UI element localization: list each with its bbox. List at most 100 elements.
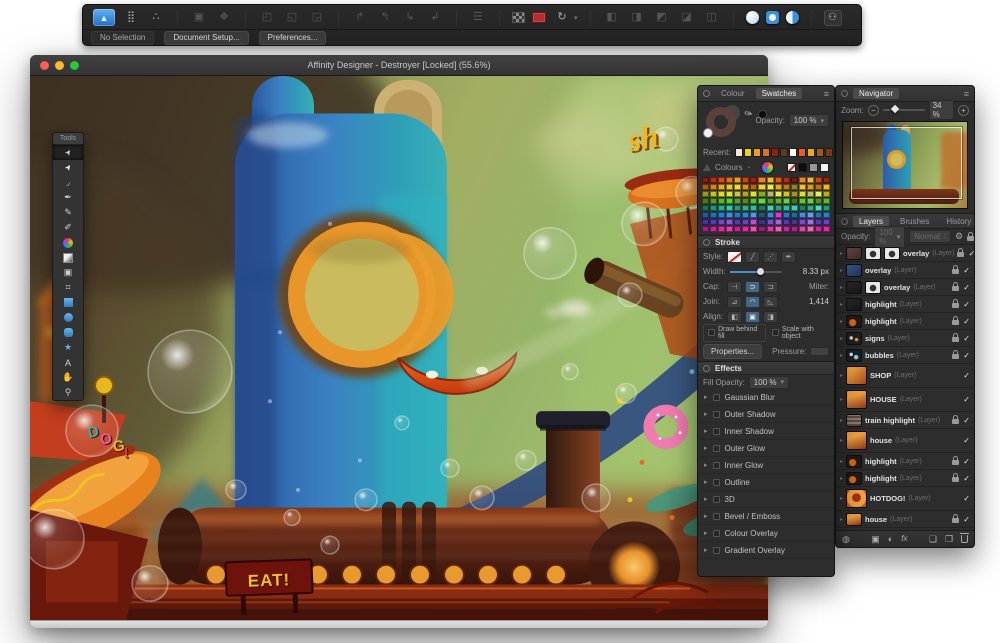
palette-swatch[interactable] bbox=[702, 219, 709, 225]
insert-inside-icon[interactable] bbox=[766, 11, 779, 24]
stroke-brush-button[interactable]: ✒ bbox=[781, 251, 796, 263]
layer-row[interactable]: ▸HOUSE(Layer)✓ bbox=[836, 388, 974, 412]
assistant-icon[interactable]: ⚇ bbox=[824, 10, 842, 26]
palette-swatch[interactable] bbox=[767, 226, 774, 232]
layer-visible-check-icon[interactable]: ✓ bbox=[963, 317, 970, 326]
palette-swatch[interactable] bbox=[767, 191, 774, 197]
palette-swatch[interactable] bbox=[726, 219, 733, 225]
palette-swatch[interactable] bbox=[823, 205, 830, 211]
palette-swatch[interactable] bbox=[758, 177, 765, 183]
palette-swatch[interactable] bbox=[783, 212, 790, 218]
palette-swatch[interactable] bbox=[807, 219, 814, 225]
palette-swatch[interactable] bbox=[767, 212, 774, 218]
layer-thumbnail[interactable] bbox=[846, 390, 867, 409]
fill-tool[interactable] bbox=[53, 235, 83, 250]
place-icon[interactable]: ▣ bbox=[190, 10, 208, 26]
blend-mode-dropdown[interactable]: Normal : bbox=[909, 230, 951, 243]
stroke-dashed-button[interactable]: ⋰ bbox=[763, 251, 778, 263]
layer-disclosure-icon[interactable]: ▸ bbox=[840, 250, 843, 257]
tab-colour[interactable]: Colour bbox=[715, 88, 751, 99]
palette-swatch[interactable] bbox=[758, 198, 765, 204]
disclosure-icon[interactable]: ▸ bbox=[704, 546, 708, 554]
palette-swatch[interactable] bbox=[726, 226, 733, 232]
palette-swatch[interactable] bbox=[783, 226, 790, 232]
lock-layer-icon[interactable] bbox=[967, 236, 974, 241]
palette-swatch[interactable] bbox=[750, 177, 757, 183]
palette-swatch[interactable] bbox=[734, 205, 741, 211]
scale-with-object-checkbox[interactable]: Scale with object bbox=[772, 326, 829, 340]
layer-disclosure-icon[interactable]: ▸ bbox=[840, 318, 843, 325]
palette-swatch[interactable] bbox=[710, 184, 717, 190]
palette-swatch[interactable] bbox=[702, 191, 709, 197]
palette-swatch[interactable] bbox=[815, 219, 822, 225]
disclosure-icon[interactable]: ▸ bbox=[704, 444, 708, 452]
layer-row[interactable]: ▸HOTDOG!(Layer)✓ bbox=[836, 487, 974, 511]
palette-swatch[interactable] bbox=[823, 212, 830, 218]
node-tool[interactable]: ➤ bbox=[53, 160, 83, 175]
layer-row[interactable]: ▸overlay(Layer)✓ bbox=[836, 245, 974, 262]
effect-row[interactable]: ▸Inner Glow bbox=[698, 457, 834, 474]
recent-swatch[interactable] bbox=[753, 148, 761, 157]
snapping-grid-icon[interactable] bbox=[512, 12, 525, 23]
stroke-collapse-icon[interactable] bbox=[703, 239, 710, 246]
tab-navigator[interactable]: Navigator bbox=[853, 88, 899, 99]
corner-tool[interactable]: ◞ bbox=[53, 175, 83, 190]
layer-row[interactable]: ▸overlay(Layer)✓ bbox=[836, 262, 974, 279]
white-swatch[interactable] bbox=[820, 163, 829, 172]
palette-swatch[interactable] bbox=[750, 212, 757, 218]
palette-swatch[interactable] bbox=[799, 226, 806, 232]
layer-lock-icon[interactable] bbox=[952, 286, 959, 291]
layers-opacity-dropdown[interactable]: 100 %▾ bbox=[874, 226, 905, 248]
palette-swatch[interactable] bbox=[718, 205, 725, 211]
palette-swatch[interactable] bbox=[791, 198, 798, 204]
layer-thumbnail[interactable] bbox=[846, 366, 867, 385]
palette-swatch[interactable] bbox=[734, 212, 741, 218]
edit-all-layers-icon[interactable]: ◍ bbox=[842, 535, 850, 544]
effect-checkbox[interactable] bbox=[713, 530, 720, 537]
disclosure-icon[interactable]: ▸ bbox=[704, 427, 708, 435]
palette-swatch[interactable] bbox=[767, 198, 774, 204]
layer-disclosure-icon[interactable]: ▸ bbox=[840, 437, 843, 444]
document-setup-button[interactable]: Document Setup... bbox=[164, 31, 248, 45]
layer-lock-icon[interactable] bbox=[952, 477, 959, 482]
grey-swatch[interactable] bbox=[809, 163, 818, 172]
fill-opacity-dropdown[interactable]: 100 %▾ bbox=[749, 376, 789, 389]
panel-menu-icon[interactable]: ≡ bbox=[824, 89, 829, 99]
palette-swatch[interactable] bbox=[726, 177, 733, 183]
layer-row[interactable]: ▸SHOP(Layer)✓ bbox=[836, 364, 974, 388]
palette-swatch[interactable] bbox=[742, 198, 749, 204]
palette-swatch[interactable] bbox=[742, 191, 749, 197]
palette-swatch[interactable] bbox=[726, 205, 733, 211]
palette-swatch[interactable] bbox=[807, 198, 814, 204]
layer-thumbnail[interactable] bbox=[846, 455, 862, 468]
recent-swatch[interactable] bbox=[744, 148, 752, 157]
palette-swatch[interactable] bbox=[791, 184, 798, 190]
order-backward-icon[interactable]: ↰ bbox=[376, 10, 394, 26]
palette-swatch[interactable] bbox=[734, 191, 741, 197]
transform-rotate-icon[interactable]: ◲ bbox=[308, 10, 326, 26]
effect-checkbox[interactable] bbox=[713, 496, 720, 503]
palette-swatch[interactable] bbox=[783, 219, 790, 225]
palette-swatch[interactable] bbox=[783, 198, 790, 204]
effect-row[interactable]: ▸Inner Shadow bbox=[698, 423, 834, 440]
layer-disclosure-icon[interactable]: ▸ bbox=[840, 417, 843, 424]
artistic-text-tool[interactable]: A bbox=[53, 355, 83, 370]
palette-swatch[interactable] bbox=[750, 205, 757, 211]
rotation-icon[interactable]: ↻ bbox=[553, 10, 571, 26]
palette-swatch[interactable] bbox=[710, 177, 717, 183]
width-value[interactable]: 8.33 px bbox=[803, 267, 829, 276]
transform-box-icon[interactable]: ◰ bbox=[258, 10, 276, 26]
palette-swatch[interactable] bbox=[791, 226, 798, 232]
ellipse-tool[interactable] bbox=[53, 310, 83, 325]
transform-scale-icon[interactable]: ◱ bbox=[283, 10, 301, 26]
effect-row[interactable]: ▸Outer Glow bbox=[698, 440, 834, 457]
palette-swatch[interactable] bbox=[734, 198, 741, 204]
layer-effects-icon[interactable]: fx bbox=[901, 535, 907, 543]
palette-swatch[interactable] bbox=[750, 226, 757, 232]
layer-disclosure-icon[interactable]: ▸ bbox=[840, 372, 843, 379]
join-option-button[interactable]: ◠ bbox=[745, 296, 760, 308]
palette-swatch[interactable] bbox=[775, 198, 782, 204]
palette-swatch[interactable] bbox=[758, 184, 765, 190]
layer-lock-icon[interactable] bbox=[952, 354, 959, 359]
layer-visible-check-icon[interactable]: ✓ bbox=[963, 351, 970, 360]
